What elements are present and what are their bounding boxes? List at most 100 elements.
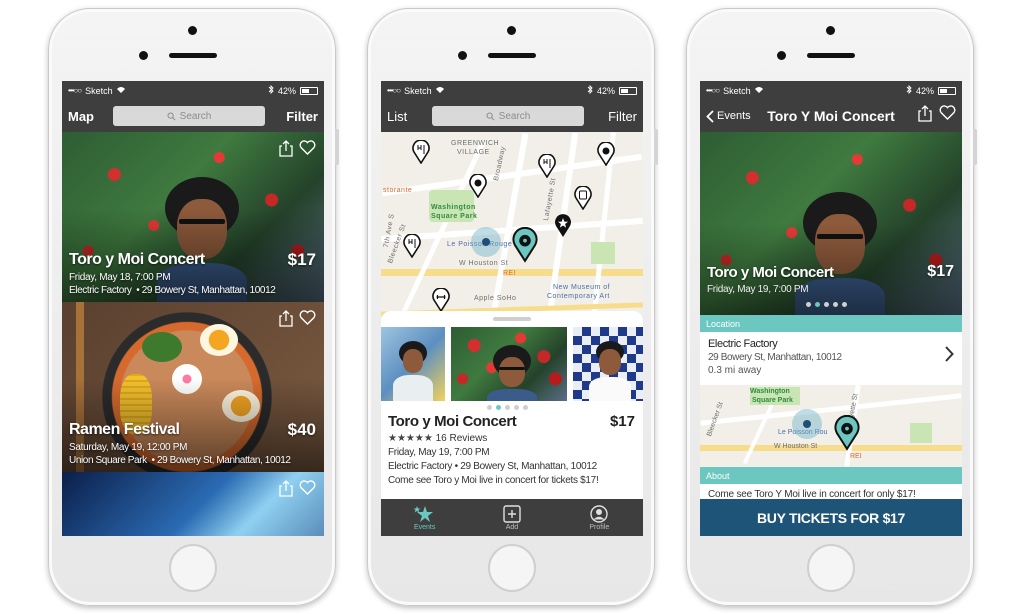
carousel-photo	[451, 327, 567, 401]
map-label: GREENWICH	[451, 140, 500, 147]
power-button	[973, 129, 977, 165]
restaurant-pin-icon[interactable]	[412, 140, 430, 164]
user-location-marker	[792, 409, 822, 439]
event-title: Ramen Festival	[69, 421, 180, 438]
profile-icon	[590, 504, 609, 523]
map-label: REI	[503, 270, 517, 277]
card-actions	[279, 140, 316, 162]
carrier-name: Sketch	[85, 85, 113, 96]
nav-actions	[918, 105, 956, 127]
search-placeholder: Search	[498, 110, 531, 122]
event-date: Friday, May 18, 7:00 PM	[69, 272, 171, 283]
heart-icon[interactable]	[299, 310, 316, 332]
battery-percent: 42%	[277, 85, 296, 96]
share-icon[interactable]	[279, 480, 293, 502]
about-header: About	[700, 467, 962, 484]
nav-bar: Events Toro Y Moi Concert	[700, 100, 962, 132]
battery-icon	[938, 86, 956, 95]
event-preview-sheet[interactable]: Toro y Moi Concert $17 ★★★★★ 16 Reviews …	[381, 311, 643, 499]
home-button	[169, 544, 217, 592]
signal-strength: •••○○	[387, 86, 401, 95]
location-row[interactable]: Electric Factory 29 Bowery St, Manhattan…	[700, 332, 962, 385]
tab-profile[interactable]: Profile	[556, 499, 643, 536]
map-label: VILLAGE	[457, 149, 490, 156]
map-label: Apple SoHo	[474, 295, 517, 302]
map-label: Square Park	[431, 213, 478, 220]
fitness-pin-icon[interactable]	[432, 288, 450, 312]
venue-address: 29 Bowery St, Manhattan, 10012	[708, 352, 842, 363]
status-right: 42%	[906, 84, 956, 96]
map-label: storante	[383, 187, 413, 194]
earpiece-speaker	[807, 53, 855, 58]
search-input[interactable]: Search	[113, 106, 265, 126]
status-right: 42%	[587, 84, 637, 96]
tab-bar: Events Add Profile	[381, 499, 643, 536]
proximity-sensor	[777, 51, 786, 60]
nav-bar: Map Search Filter	[62, 100, 324, 132]
map-view[interactable]: GREENWICH VILLAGE Washington Square Park…	[381, 132, 643, 322]
search-icon	[167, 112, 176, 121]
transit-pin-icon[interactable]	[574, 186, 592, 210]
share-icon[interactable]	[918, 105, 932, 127]
search-icon	[486, 112, 495, 121]
card-actions	[279, 480, 316, 502]
selected-event-pin-icon[interactable]	[834, 415, 860, 451]
wifi-icon	[754, 86, 764, 96]
chevron-right-icon	[945, 346, 954, 362]
carousel-photo	[573, 327, 643, 401]
power-button	[335, 129, 339, 165]
search-placeholder: Search	[179, 110, 212, 122]
event-title: Toro y Moi Concert	[69, 251, 205, 268]
hero-pager	[806, 302, 847, 307]
hero-photo[interactable]: Toro y Moi Concert Friday, May 19, 7:00 …	[700, 132, 962, 315]
search-input[interactable]: Search	[432, 106, 584, 126]
bluetooth-icon	[587, 84, 593, 96]
event-date: Friday, May 19, 7:00 PM	[388, 447, 490, 458]
share-icon[interactable]	[279, 140, 293, 162]
photo-carousel[interactable]	[381, 327, 643, 401]
phone-list-view: •••○○ Sketch 42% Map Search Filter Toro …	[48, 8, 339, 606]
heart-icon[interactable]	[939, 105, 956, 127]
music-pin-icon[interactable]	[597, 142, 615, 166]
event-card[interactable]	[62, 472, 324, 536]
back-button[interactable]: Events	[706, 109, 751, 123]
front-camera	[507, 26, 516, 35]
carousel-pager	[487, 405, 528, 410]
status-right: 42%	[268, 84, 318, 96]
power-button	[654, 129, 658, 165]
event-card[interactable]: Toro y Moi Concert Friday, May 18, 7:00 …	[62, 132, 324, 302]
selected-event-pin-icon[interactable]	[512, 227, 538, 263]
list-button[interactable]: List	[387, 109, 407, 124]
phone-detail-view: •••○○ Sketch 42% Events Toro Y Moi Conce…	[686, 8, 977, 606]
heart-icon[interactable]	[299, 140, 316, 162]
restaurant-pin-icon[interactable]	[538, 154, 556, 178]
event-venue: Electric Factory • 29 Bowery St, Manhatt…	[69, 285, 276, 296]
music-pin-icon[interactable]	[469, 174, 487, 198]
filter-button[interactable]: Filter	[608, 109, 637, 124]
event-price: $40	[287, 420, 316, 439]
event-price: $17	[287, 250, 316, 269]
buy-tickets-button[interactable]: BUY TICKETS FOR $17	[700, 499, 962, 536]
event-title: Toro y Moi Concert	[388, 413, 517, 430]
battery-icon	[619, 86, 637, 95]
tab-events[interactable]: Events	[381, 499, 468, 536]
star-pin-icon[interactable]	[554, 214, 572, 238]
map-button[interactable]: Map	[68, 109, 94, 124]
sheet-grabber[interactable]	[493, 317, 531, 321]
event-card[interactable]: Ramen Festival Saturday, May 19, 12:00 P…	[62, 302, 324, 472]
tab-add[interactable]: Add	[468, 499, 555, 536]
share-icon[interactable]	[279, 310, 293, 332]
map-label: W Houston St	[774, 443, 818, 450]
stars-icon	[413, 505, 433, 522]
restaurant-pin-icon[interactable]	[403, 234, 421, 258]
signal-strength: •••○○	[706, 86, 720, 95]
heart-icon[interactable]	[299, 480, 316, 502]
proximity-sensor	[458, 51, 467, 60]
card-actions	[279, 310, 316, 332]
filter-button[interactable]: Filter	[286, 109, 318, 124]
wifi-icon	[116, 86, 126, 96]
review-count: 16 Reviews	[435, 433, 488, 444]
plus-icon	[503, 504, 521, 523]
location-map[interactable]: Washington Square Park Bleecker St Lafay…	[700, 385, 962, 467]
home-button	[807, 544, 855, 592]
